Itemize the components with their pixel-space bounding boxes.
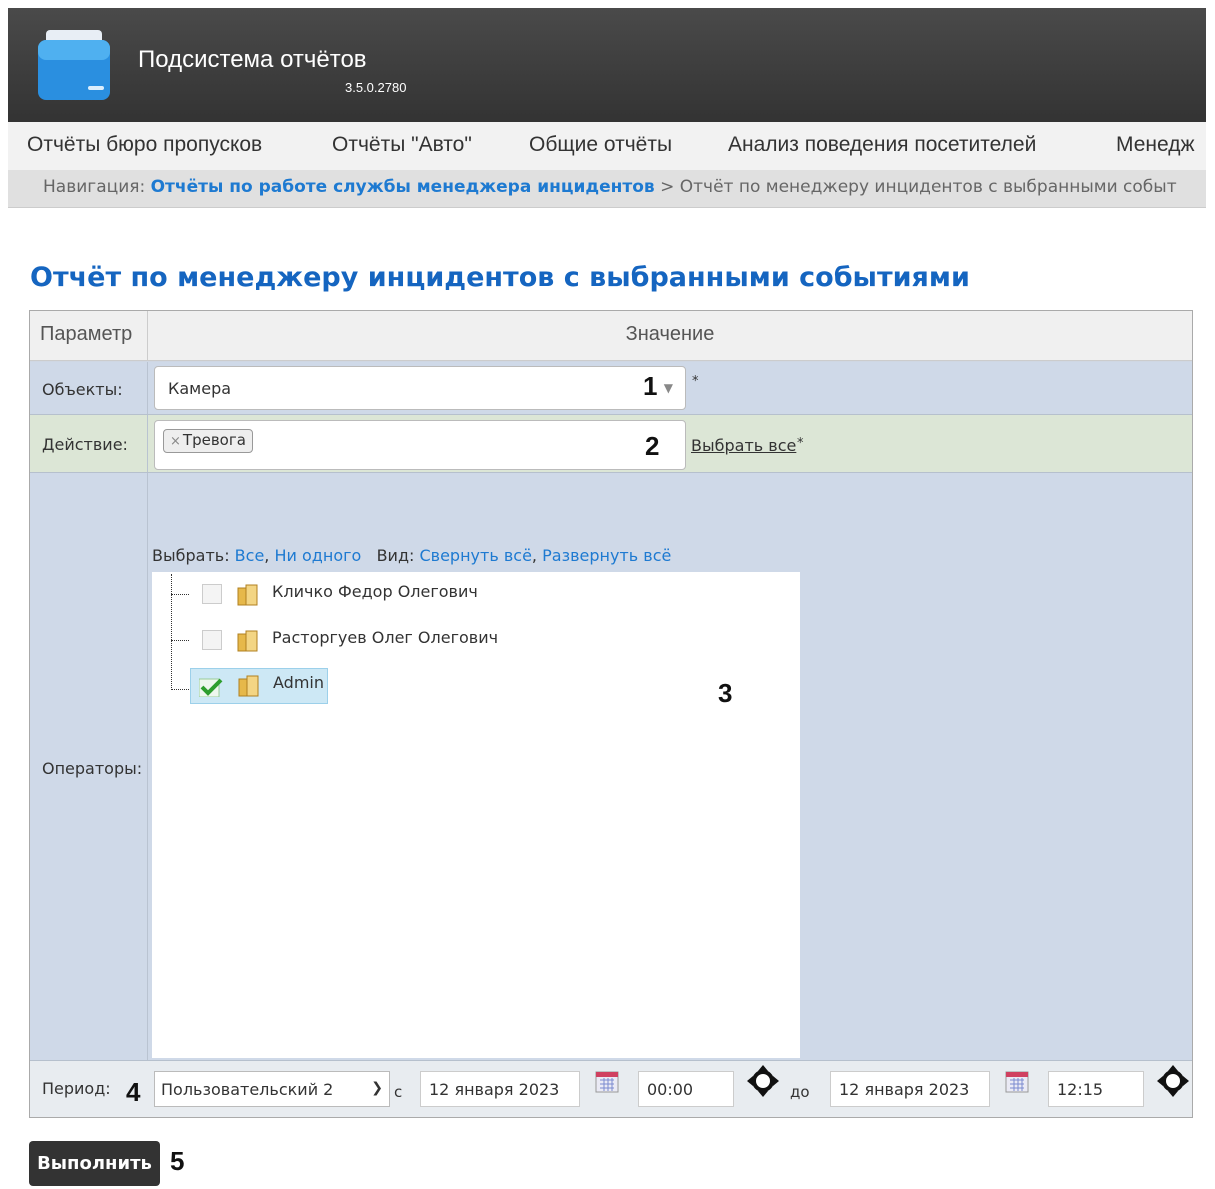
- user-folder-icon: [237, 630, 258, 652]
- to-label: до: [790, 1083, 810, 1101]
- folder-icon: [38, 30, 110, 100]
- toolbar-comma-2: ,: [531, 546, 538, 565]
- from-date-input[interactable]: 12 января 2023: [420, 1071, 580, 1107]
- remove-tag-icon[interactable]: ×: [170, 434, 181, 449]
- breadcrumb: Навигация: Отчёты по работе службы менед…: [8, 170, 1206, 208]
- tree-node[interactable]: Кличко Федор Олегович: [190, 578, 490, 612]
- app-title: Подсистема отчётов: [138, 46, 367, 73]
- calendar-icon[interactable]: [1005, 1071, 1029, 1093]
- time-adjust-icon[interactable]: [1157, 1065, 1189, 1097]
- menu-item-general[interactable]: Общие отчёты: [529, 133, 672, 157]
- action-select[interactable]: × Тревога 2: [154, 420, 686, 470]
- time-adjust-icon[interactable]: [747, 1065, 779, 1097]
- select-none-operators-link[interactable]: Ни одного: [274, 546, 361, 565]
- tree-connector: [171, 594, 189, 595]
- chevron-down-icon: ❯: [371, 1080, 383, 1096]
- breadcrumb-prefix: Навигация:: [43, 177, 146, 197]
- objects-value: Камера: [168, 379, 232, 398]
- select-all-operators-link[interactable]: Все: [235, 546, 265, 565]
- run-button[interactable]: Выполнить: [29, 1141, 160, 1186]
- period-row: Период: 4 Пользовательский 2 ❯ с 12 янва…: [30, 1060, 1192, 1117]
- annotation-5: 5: [170, 1146, 185, 1176]
- page-title: Отчёт по менеджеру инцидентов с выбранны…: [30, 262, 970, 293]
- select-all-link[interactable]: Выбрать все: [691, 436, 796, 455]
- operators-tree: Кличко Федор Олегович Расторгуев Олег Ол…: [152, 572, 800, 1058]
- period-preset-value: Пользовательский 2: [161, 1080, 334, 1099]
- menu-item-pass-office[interactable]: Отчёты бюро пропусков: [27, 133, 262, 157]
- tree-toolbar: Выбрать: Все, Ни одного Вид: Свернуть вс…: [152, 546, 671, 565]
- node-label: Admin: [273, 673, 324, 692]
- objects-label: Объекты:: [30, 362, 148, 414]
- action-tag[interactable]: × Тревога: [163, 429, 253, 453]
- action-label: Действие:: [30, 415, 148, 472]
- from-label: с: [394, 1083, 403, 1101]
- to-date-input[interactable]: 12 января 2023: [830, 1071, 990, 1107]
- annotation-2: 2: [645, 431, 660, 461]
- report-params-table: Параметр Значение Объекты: Камера 1 ▼ * …: [29, 310, 1193, 1118]
- app-version: 3.5.0.2780: [345, 80, 407, 95]
- annotation-1: 1: [643, 371, 658, 401]
- objects-select[interactable]: Камера 1 ▼: [154, 366, 686, 410]
- menu-item-auto[interactable]: Отчёты "Авто": [332, 133, 472, 157]
- view-prefix: Вид:: [376, 546, 415, 565]
- operators-label: Операторы:: [30, 473, 148, 1060]
- objects-row: Объекты: Камера 1 ▼ *: [30, 362, 1192, 415]
- breadcrumb-link[interactable]: Отчёты по работе службы менеджера инциде…: [151, 177, 655, 197]
- to-time-input[interactable]: 12:15: [1048, 1071, 1144, 1107]
- expand-all-link[interactable]: Развернуть всё: [542, 546, 671, 565]
- from-time-input[interactable]: 00:00: [638, 1071, 734, 1107]
- node-label: Расторгуев Олег Олегович: [272, 628, 499, 647]
- chevron-down-icon: ▼: [663, 381, 673, 395]
- node-checkbox[interactable]: [202, 630, 222, 650]
- collapse-all-link[interactable]: Свернуть всё: [419, 546, 531, 565]
- calendar-icon[interactable]: [595, 1071, 619, 1093]
- menu-item-visitor-analysis[interactable]: Анализ поведения посетителей: [728, 133, 1036, 157]
- annotation-4: 4: [126, 1077, 141, 1107]
- header-value: Значение: [148, 311, 1192, 361]
- select-prefix: Выбрать:: [152, 546, 230, 565]
- period-preset-select[interactable]: Пользовательский 2 ❯: [154, 1071, 390, 1107]
- checkmark-icon[interactable]: [199, 677, 223, 697]
- menu-item-manager[interactable]: Менедж: [1116, 133, 1195, 157]
- main-menu: Отчёты бюро пропусков Отчёты "Авто" Общи…: [8, 122, 1206, 170]
- operators-row: Операторы: Выбрать: Все, Ни одного Вид: …: [30, 473, 1192, 1060]
- objects-required-mark: *: [692, 374, 699, 389]
- node-checkbox[interactable]: [202, 584, 222, 604]
- tree-connector: [171, 689, 189, 690]
- annotation-3: 3: [718, 678, 733, 708]
- toolbar-comma: ,: [264, 546, 270, 565]
- action-tag-label: Тревога: [182, 431, 246, 449]
- tree-node-selected[interactable]: Admin: [190, 668, 328, 704]
- action-row: Действие: × Тревога 2 Выбрать все *: [30, 415, 1192, 473]
- action-required-mark: *: [797, 436, 804, 451]
- breadcrumb-current: Отчёт по менеджеру инцидентов с выбранны…: [679, 177, 1177, 197]
- tree-connector: [171, 574, 172, 690]
- node-label: Кличко Федор Олегович: [272, 582, 478, 601]
- user-folder-icon: [237, 584, 258, 606]
- breadcrumb-separator: >: [660, 177, 675, 197]
- app-header: Подсистема отчётов 3.5.0.2780: [8, 8, 1206, 122]
- tree-connector: [171, 640, 189, 641]
- tree-node[interactable]: Расторгуев Олег Олегович: [190, 624, 510, 658]
- header-param: Параметр: [30, 311, 148, 361]
- user-folder-icon: [238, 675, 259, 697]
